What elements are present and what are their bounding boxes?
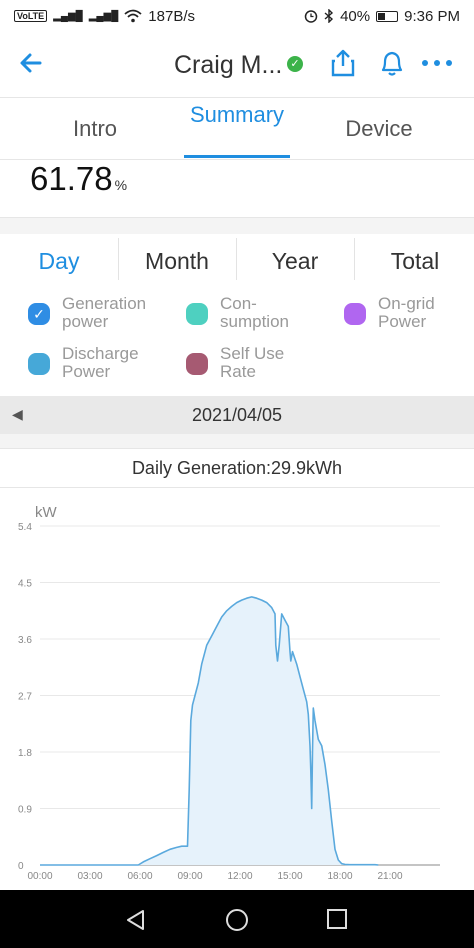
- active-tab-indicator: [184, 155, 290, 158]
- power-chart[interactable]: kW 0 0.9 1.8 2.7 3.6 4.5 5.4 00:00 03:00 06:00 09:0…: [0, 488, 474, 890]
- back-arrow-icon[interactable]: [18, 50, 44, 76]
- battery-fill: [378, 12, 385, 20]
- legend-label: On-grid Power: [378, 294, 435, 331]
- y-tick-label: 5.4: [18, 522, 32, 533]
- status-bar: VoLTE ▂▄▆█ ▂▄▆█ 187B/s 40% 9:36 PM: [0, 0, 474, 32]
- summary-row: 61.78%: [0, 160, 474, 218]
- signal-icon: ▂▄▆█: [53, 10, 83, 22]
- y-tick-label: 1.8: [18, 748, 32, 759]
- date-selector: ◀ 2021/04/05: [0, 396, 474, 434]
- x-tick-label: 09:00: [177, 871, 202, 882]
- series-area: [40, 596, 379, 865]
- app-header: Craig M... ✓: [0, 32, 474, 98]
- checkbox-icon[interactable]: [344, 303, 366, 325]
- period-year[interactable]: Year: [236, 234, 354, 288]
- back-triangle-icon[interactable]: [124, 908, 148, 932]
- legend-label: Self Use Rate: [220, 344, 285, 381]
- y-tick-label: 0: [18, 861, 24, 872]
- x-tick-label: 03:00: [77, 871, 102, 882]
- x-tick-label: 18:00: [327, 871, 352, 882]
- legend-label: Generation power: [62, 294, 147, 331]
- period-selector: Day Month Year Total: [0, 234, 474, 288]
- status-left: VoLTE ▂▄▆█ ▂▄▆█ 187B/s: [14, 8, 195, 25]
- checkbox-icon[interactable]: [186, 303, 208, 325]
- daily-generation-row: Daily Generation:29.9kWh: [0, 448, 474, 488]
- x-tick-label: 00:00: [27, 871, 52, 882]
- summary-value: 61.78%: [30, 160, 127, 198]
- y-tick-label: 0.9: [18, 805, 32, 816]
- x-tick-label: 21:00: [377, 871, 402, 882]
- battery-icon: [376, 10, 399, 22]
- status-right: 40% 9:36 PM: [304, 8, 460, 25]
- alarm-icon: [304, 10, 318, 23]
- clock: 9:36 PM: [404, 7, 460, 25]
- legend-generation-power[interactable]: ✓ Generation power: [28, 295, 162, 331]
- bluetooth-icon: [324, 9, 334, 23]
- x-tick-label: 12:00: [227, 871, 252, 882]
- legend-self-use-rate[interactable]: Self Use Rate: [186, 345, 320, 381]
- check-circle-icon: ✓: [287, 56, 303, 72]
- summary-number: 61.78: [30, 160, 113, 197]
- legend-label: Con-sumption: [220, 294, 289, 331]
- home-circle-icon[interactable]: [225, 908, 249, 932]
- date-text[interactable]: 2021/04/05: [0, 405, 474, 426]
- y-tick-label: 4.5: [18, 579, 32, 590]
- legend-discharge-power[interactable]: Discharge Power: [28, 345, 162, 381]
- chart-legend: ✓ Generation power Con-sumption On-grid Po…: [0, 292, 474, 392]
- daily-generation: Daily Generation:29.9kWh: [131, 458, 343, 478]
- power-chart-svg[interactable]: kW 0 0.9 1.8 2.7 3.6 4.5 5.4 00:00 03:00 06:00 09:0…: [0, 488, 474, 890]
- volte-badge: VoLTE: [14, 10, 48, 22]
- share-icon[interactable]: [330, 48, 356, 78]
- x-tick-label: 06:00: [127, 871, 152, 882]
- legend-label: Discharge Power: [62, 344, 139, 381]
- tab-bar: Intro Summary Device: [0, 98, 474, 160]
- system-nav-bar: [0, 890, 474, 948]
- signal-icon-2: ▂▄▆█: [88, 10, 119, 22]
- checkbox-icon[interactable]: [28, 353, 50, 375]
- legend-on-grid-power[interactable]: On-grid Power: [344, 295, 474, 331]
- y-tick-label: 2.7: [18, 692, 32, 703]
- checkbox-icon[interactable]: [186, 353, 208, 375]
- more-icon[interactable]: [422, 60, 452, 66]
- battery-text: 40%: [340, 7, 371, 25]
- divider: [354, 238, 355, 280]
- bell-icon[interactable]: [378, 48, 406, 78]
- period-month[interactable]: Month: [118, 234, 236, 288]
- divider-gap: [0, 434, 474, 448]
- period-day[interactable]: Day: [0, 234, 118, 288]
- page-title: Craig M...: [174, 51, 283, 79]
- divider-gap: [0, 218, 474, 234]
- net-speed: 187B/s: [148, 7, 195, 25]
- y-tick-label: 3.6: [18, 635, 32, 646]
- x-tick-label: 15:00: [277, 871, 302, 882]
- checkbox-icon[interactable]: ✓: [28, 303, 50, 325]
- summary-unit: %: [114, 177, 128, 193]
- recents-square-icon[interactable]: [326, 908, 348, 930]
- legend-consumption[interactable]: Con-sumption: [186, 295, 320, 331]
- wifi-icon: [124, 9, 142, 23]
- period-total[interactable]: Total: [356, 234, 474, 288]
- y-axis-label: kW: [35, 504, 58, 521]
